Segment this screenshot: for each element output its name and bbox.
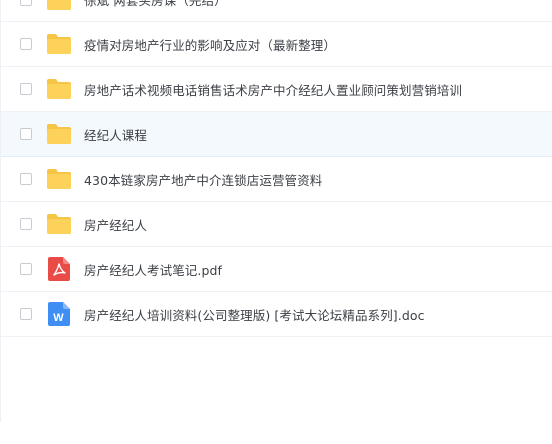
folder-icon — [46, 78, 72, 100]
list-item[interactable]: 430本链家房产地产中介连锁店运营管资料 — [1, 157, 552, 202]
folder-icon — [46, 0, 72, 11]
list-item[interactable]: 疫情对房地产行业的影响及应对（最新整理） — [1, 22, 552, 67]
folder-icon — [46, 168, 72, 190]
file-name[interactable]: 房地产话术视频电话销售话术房产中介经纪人置业顾问策划营销培训 — [84, 80, 462, 99]
file-list: 徐斌 两套买房课（完结） 疫情对房地产行业的影响及应对（最新整理） 房地产话术视… — [0, 0, 552, 422]
file-name[interactable]: 疫情对房地产行业的影响及应对（最新整理） — [84, 35, 336, 54]
folder-icon — [46, 123, 72, 145]
row-checkbox[interactable] — [20, 83, 32, 95]
file-name[interactable]: 经纪人课程 — [84, 125, 147, 144]
file-name[interactable]: 房产经纪人培训资料(公司整理版) [考试大论坛精品系列].doc — [84, 305, 425, 324]
row-checkbox[interactable] — [20, 0, 32, 6]
svg-text:W: W — [53, 312, 64, 324]
folder-icon — [46, 213, 72, 235]
row-checkbox[interactable] — [20, 308, 32, 320]
file-name[interactable]: 430本链家房产地产中介连锁店运营管资料 — [84, 170, 322, 189]
file-name[interactable]: 房产经纪人考试笔记.pdf — [84, 260, 222, 279]
row-checkbox[interactable] — [20, 173, 32, 185]
list-item[interactable]: 房产经纪人 — [1, 202, 552, 247]
word-doc-icon: W — [48, 302, 70, 326]
row-checkbox[interactable] — [20, 38, 32, 50]
file-name[interactable]: 房产经纪人 — [84, 215, 147, 234]
list-item[interactable]: W 房产经纪人培训资料(公司整理版) [考试大论坛精品系列].doc — [1, 292, 552, 337]
list-item[interactable]: 徐斌 两套买房课（完结） — [1, 0, 552, 22]
row-checkbox[interactable] — [20, 263, 32, 275]
list-item[interactable]: 房产经纪人考试笔记.pdf — [1, 247, 552, 292]
row-checkbox[interactable] — [20, 128, 32, 140]
row-checkbox[interactable] — [20, 218, 32, 230]
pdf-icon — [48, 257, 70, 281]
list-item[interactable]: 房地产话术视频电话销售话术房产中介经纪人置业顾问策划营销培训 — [1, 67, 552, 112]
folder-icon — [46, 33, 72, 55]
list-item[interactable]: 经纪人课程 — [1, 112, 552, 157]
file-name[interactable]: 徐斌 两套买房课（完结） — [84, 0, 227, 9]
